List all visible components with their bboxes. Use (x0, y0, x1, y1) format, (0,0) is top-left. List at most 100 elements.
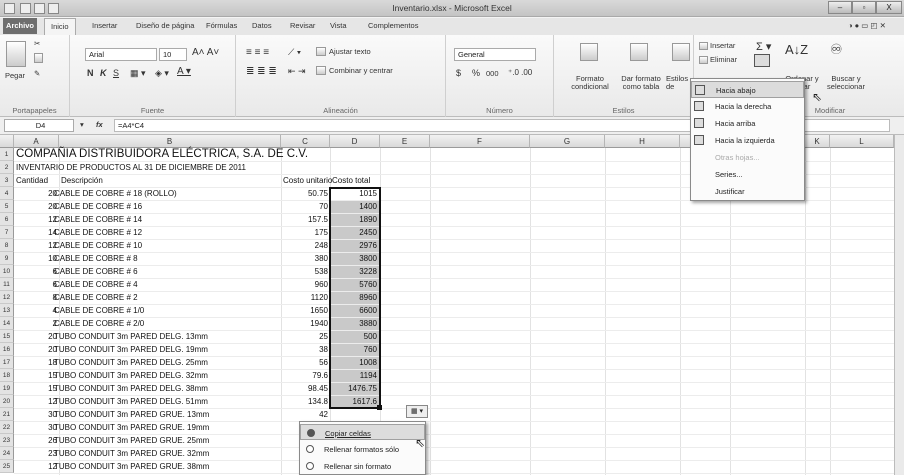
cell-descripcion[interactable]: TUBO CONDUIT 3m PARED GRUE. 19mm (54, 423, 272, 432)
cut-icon[interactable]: ✂ (34, 39, 40, 48)
font-name-select[interactable]: Arial (85, 48, 157, 61)
tab-archivo[interactable]: Archivo (3, 18, 37, 34)
cell-descripcion[interactable]: CABLE DE COBRE # 6 (54, 267, 272, 276)
cell-cantidad[interactable]: 12 (16, 462, 57, 471)
row-header[interactable]: 16 (0, 343, 14, 356)
cell-costo-total[interactable]: 2976 (331, 240, 379, 252)
cell-costo-total[interactable]: 1617.6 (331, 396, 379, 408)
menu-item-fill-formats-only[interactable]: Rellenar formatos sólo (300, 441, 425, 457)
row-header[interactable]: 3 (0, 174, 14, 187)
cell-costo-unitario[interactable]: 79.6 (283, 371, 328, 380)
cell-descripcion[interactable]: TUBO CONDUIT 3m PARED DELG. 51mm (54, 397, 272, 406)
cell-descripcion[interactable]: CABLE DE COBRE # 1/0 (54, 306, 272, 315)
column-header[interactable]: L (830, 135, 894, 148)
cell-costo-unitario[interactable]: 1650 (283, 306, 328, 315)
cell-costo-total[interactable]: 1476.75 (331, 383, 379, 395)
minimize-button[interactable]: – (828, 1, 852, 14)
row-header[interactable]: 15 (0, 330, 14, 343)
menu-item-justify[interactable]: Justificar (691, 183, 804, 200)
row-header[interactable]: 22 (0, 421, 14, 434)
cell-cantidad[interactable]: 18 (16, 358, 57, 367)
row-header[interactable]: 7 (0, 226, 14, 239)
cell-costo-unitario[interactable]: 25 (283, 332, 328, 341)
cell-descripcion[interactable]: TUBO CONDUIT 3m PARED DELG. 25mm (54, 358, 272, 367)
cell-costo-total[interactable]: 1015 (331, 188, 379, 200)
menu-item-series[interactable]: Series... (691, 166, 804, 183)
cell-costo-total[interactable]: 1008 (331, 357, 379, 369)
tab-formulas[interactable]: Fórmulas (206, 21, 237, 30)
cell-cantidad[interactable]: 15 (16, 371, 57, 380)
cell-costo-total[interactable]: Costo total (332, 176, 378, 185)
row-header[interactable]: 11 (0, 278, 14, 291)
row-header[interactable]: 19 (0, 382, 14, 395)
cell-descripcion[interactable]: CABLE DE COBRE # 2 (54, 293, 272, 302)
cell-costo-unitario[interactable]: 538 (283, 267, 328, 276)
cell-costo-total[interactable]: 8960 (331, 292, 379, 304)
row-header[interactable]: 6 (0, 213, 14, 226)
conditional-format-button[interactable]: Formato condicional (568, 75, 612, 91)
align-left-icon[interactable]: ≣ ≣ ≣ (246, 66, 277, 77)
decimal-icon[interactable]: ⁺.0 .00 (508, 68, 532, 77)
italic-button[interactable]: K (100, 68, 107, 78)
fill-handle[interactable] (377, 405, 382, 410)
cell-costo-total[interactable]: 5760 (331, 279, 379, 291)
cell-costo-total[interactable]: 1400 (331, 201, 379, 213)
cell-descripcion[interactable]: TUBO CONDUIT 3m PARED DELG. 38mm (54, 384, 272, 393)
row-header[interactable]: 14 (0, 317, 14, 330)
cell-costo-unitario[interactable]: 134.8 (283, 397, 328, 406)
column-header[interactable]: E (380, 135, 430, 148)
cell-descripcion[interactable]: TUBO CONDUIT 3m PARED GRUE. 13mm (54, 410, 272, 419)
wrap-text-button[interactable]: Ajustar texto (329, 47, 371, 56)
tab-vista[interactable]: Vista (330, 21, 347, 30)
cell-descripcion[interactable]: TUBO CONDUIT 3m PARED GRUE. 32mm (54, 449, 272, 458)
row-header[interactable]: 10 (0, 265, 14, 278)
cell-cantidad[interactable]: 14 (16, 228, 57, 237)
row-header[interactable]: 17 (0, 356, 14, 369)
sort-filter-icon[interactable]: A↓Z (785, 42, 808, 57)
column-header[interactable]: C (281, 135, 330, 148)
select-all-corner[interactable] (0, 135, 14, 148)
row-header[interactable]: 23 (0, 434, 14, 447)
cell-cantidad[interactable]: 30 (16, 423, 57, 432)
column-header[interactable]: B (59, 135, 281, 148)
row-header[interactable]: 21 (0, 408, 14, 421)
menu-item-copy-cells[interactable]: Copiar celdas (300, 424, 425, 440)
align-top-icon[interactable]: ≡ ≡ ≡ (246, 47, 269, 58)
cell-costo-unitario[interactable]: Costo unitario (283, 176, 332, 185)
row-header[interactable]: 9 (0, 252, 14, 265)
row-header[interactable]: 12 (0, 291, 14, 304)
format-as-table-button[interactable]: Dar formato como tabla (618, 75, 664, 91)
row-header[interactable]: 2 (0, 161, 14, 174)
menu-item-other-sheets[interactable]: Otras hojas... (691, 149, 804, 166)
menu-item-fill-down[interactable]: Hacia abajo (691, 81, 804, 98)
cell-costo-unitario[interactable]: 1940 (283, 319, 328, 328)
insert-cells-button[interactable]: Insertar (710, 41, 735, 50)
font-color-icon[interactable]: A ▾ (177, 66, 191, 77)
delete-cells-button[interactable]: Eliminar (710, 55, 737, 64)
cell-descripcion[interactable]: CABLE DE COBRE # 16 (54, 202, 272, 211)
cell-costo-unitario[interactable]: 248 (283, 241, 328, 250)
column-header[interactable]: G (530, 135, 605, 148)
bold-button[interactable]: N (87, 68, 94, 78)
cell-cantidad[interactable]: 6 (16, 267, 57, 276)
cell-costo-unitario[interactable]: 380 (283, 254, 328, 263)
orientation-icon[interactable]: ⟋ ▾ (288, 47, 301, 58)
percent-button[interactable]: % (472, 68, 480, 78)
column-header[interactable]: A (14, 135, 59, 148)
cell-cantidad[interactable]: 2 (16, 319, 57, 328)
name-box-dropdown-icon[interactable]: ▾ (80, 120, 84, 129)
cell-styles-icon[interactable] (672, 43, 690, 61)
cell-cantidad[interactable]: 12 (16, 215, 57, 224)
row-header[interactable]: 13 (0, 304, 14, 317)
autosum-icon[interactable]: Σ ▾ (756, 40, 771, 53)
cell-cantidad[interactable]: 30 (16, 410, 57, 419)
cell-descripcion[interactable]: TUBO CONDUIT 3m PARED DELG. 13mm (54, 332, 272, 341)
cell-costo-unitario[interactable]: 56 (283, 358, 328, 367)
paste-label[interactable]: Pegar (5, 71, 25, 80)
cell-costo-unitario[interactable]: 42 (283, 410, 328, 419)
cell-cantidad[interactable]: 20 (16, 332, 57, 341)
cell-descripcion[interactable]: CABLE DE COBRE # 18 (ROLLO) (54, 189, 272, 198)
conditional-format-icon[interactable] (580, 43, 598, 61)
tab-diseno[interactable]: Diseño de página (136, 21, 194, 30)
vertical-scrollbar[interactable] (894, 135, 904, 475)
